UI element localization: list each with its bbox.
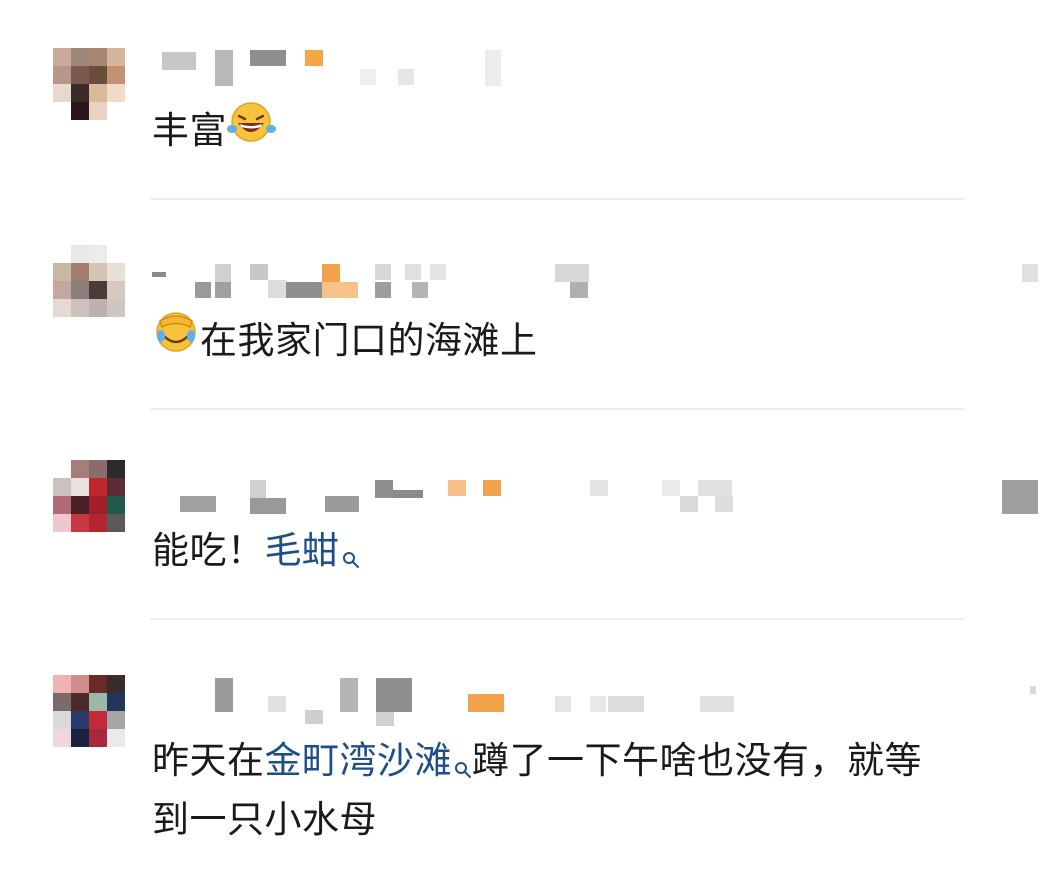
comment-item-4: 昨天在金町湾沙滩 蹲了一下午啥也没有，就等 到一只小水母 [0, 0, 1057, 890]
search-icon[interactable] [454, 740, 472, 794]
comment-text-content: 到一只小水母 [152, 798, 377, 841]
comment-text-content: 昨天在 [152, 739, 265, 782]
comment-text-line-1: 昨天在金町湾沙滩 蹲了一下午啥也没有，就等 [152, 734, 922, 794]
username-blurred [150, 676, 1050, 736]
location-link[interactable]: 金町湾沙滩 [265, 739, 453, 782]
comment-text-line-2: 到一只小水母 [152, 793, 377, 847]
comment-text-content: 蹲了一下午啥也没有，就等 [472, 739, 922, 782]
avatar[interactable] [53, 675, 125, 747]
